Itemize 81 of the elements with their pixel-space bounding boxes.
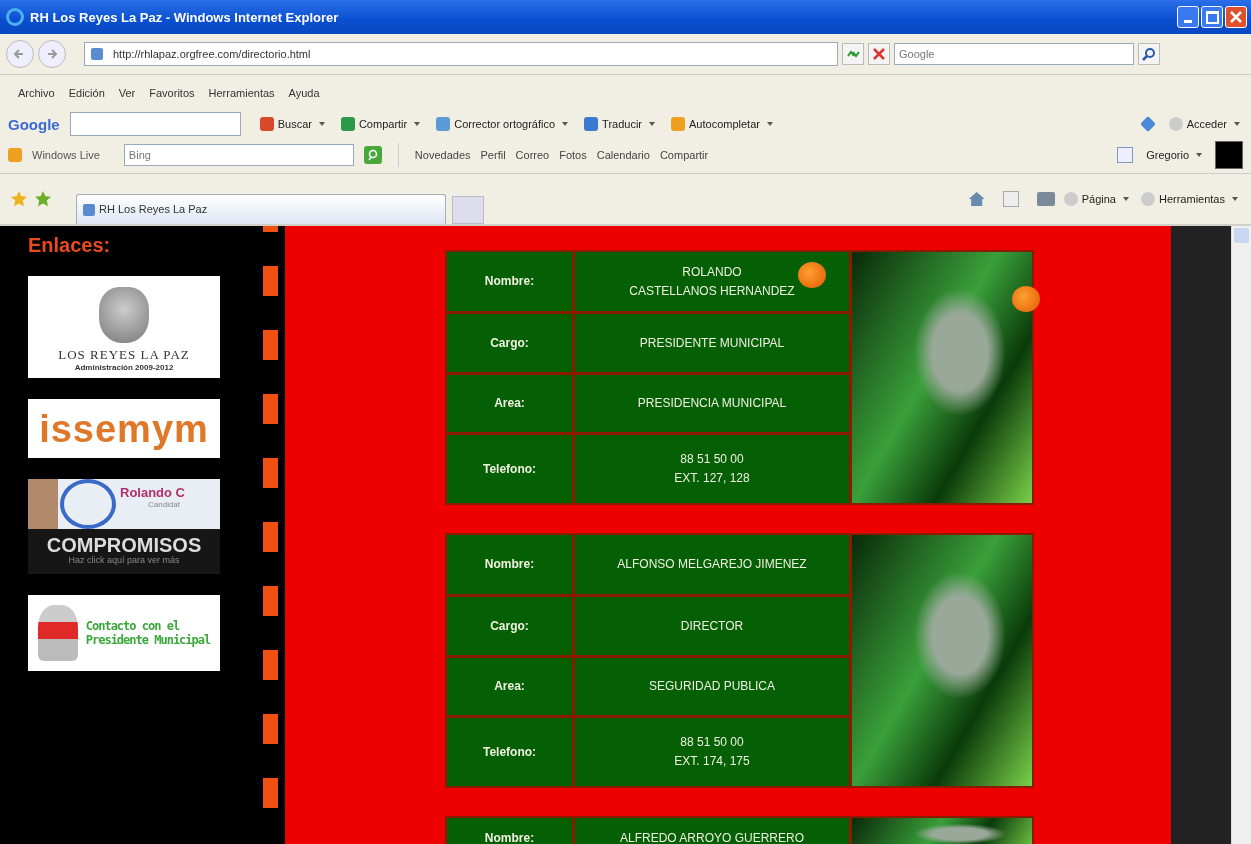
- field-value: ALFONSO MELGAREJO JIMENEZ: [575, 535, 849, 594]
- field-value: PRESIDENCIA MUNICIPAL: [575, 375, 849, 432]
- browser-logo-icon: [6, 8, 24, 26]
- field-value: 88 51 50 00 EXT. 174, 175: [575, 718, 849, 786]
- star-icon[interactable]: [10, 190, 28, 208]
- address-field[interactable]: http://rhlapaz.orgfree.com/directorio.html: [84, 42, 838, 66]
- field-label: Nombre:: [447, 818, 572, 844]
- star-icon[interactable]: [34, 190, 52, 208]
- stop-button[interactable]: [868, 43, 890, 65]
- close-button[interactable]: [1225, 6, 1247, 28]
- caret-icon: [1122, 197, 1129, 201]
- google-logo: Google: [8, 115, 60, 133]
- field-label: Nombre:: [447, 535, 572, 594]
- toolbar-link[interactable]: Calendario: [596, 149, 650, 161]
- menu-item[interactable]: Ver: [118, 87, 136, 99]
- bing-search-field[interactable]: Bing: [123, 144, 354, 166]
- menu-item[interactable]: Ayuda: [288, 87, 320, 99]
- home-icon[interactable]: [968, 192, 985, 206]
- menu-item[interactable]: Favoritos: [149, 87, 195, 99]
- caret-icon: [1196, 153, 1202, 157]
- close-icon: [872, 47, 886, 61]
- caret-icon: [1234, 122, 1240, 126]
- browser-tab[interactable]: RH Los Reyes La Paz: [76, 194, 446, 224]
- minimize-button[interactable]: [1177, 6, 1199, 28]
- caret-icon: [1232, 197, 1238, 201]
- search-button[interactable]: [1138, 43, 1160, 65]
- toolbar-link[interactable]: Compartir: [659, 149, 709, 161]
- toolbar-button[interactable]: Buscar: [256, 115, 328, 133]
- field-label: Telefono:: [447, 718, 572, 786]
- pumpkin-icon: [1012, 286, 1040, 312]
- field-label: Area:: [447, 658, 572, 715]
- caret-icon: [414, 122, 421, 126]
- back-button[interactable]: [6, 40, 34, 68]
- field-value: 88 51 50 00 EXT. 127, 128: [575, 435, 849, 503]
- forward-button[interactable]: [38, 40, 66, 68]
- scrollbar[interactable]: [1231, 226, 1251, 844]
- menu-item[interactable]: Edición: [68, 87, 105, 99]
- field-label: Telefono:: [447, 435, 572, 503]
- field-value: ROLANDO CASTELLANOS HERNANDEZ: [575, 252, 849, 311]
- windows-live-label: Windows Live: [32, 149, 100, 161]
- close-icon: [1229, 10, 1243, 24]
- search-button[interactable]: [363, 146, 382, 164]
- field-label: Nombre:: [447, 252, 572, 311]
- checkbox-icon[interactable]: [1117, 147, 1134, 163]
- link-banner[interactable]: Rolando C Candidat COMPROMISOS Haz click aquí para ver más: [28, 479, 220, 574]
- field-value: DIRECTOR: [575, 597, 849, 655]
- toolbar-button[interactable]: Traducir: [581, 115, 659, 133]
- user-menu-button[interactable]: Gregorio: [1143, 147, 1205, 163]
- color-swatch-icon[interactable]: [1215, 141, 1243, 169]
- caret-icon: [766, 122, 773, 126]
- field-value: ALFREDO ARROYO GUERRERO: [575, 818, 849, 844]
- toolbar-link[interactable]: Fotos: [559, 149, 587, 161]
- caret-icon: [318, 122, 325, 126]
- windows-live-icon: [8, 148, 22, 162]
- refresh-button[interactable]: [842, 43, 864, 65]
- menu-item[interactable]: Archivo: [18, 87, 55, 99]
- toolbar-link[interactable]: Correo: [515, 149, 550, 161]
- field-label: Cargo:: [447, 314, 572, 372]
- command-button[interactable]: Página: [1060, 190, 1132, 208]
- search-field[interactable]: Google: [894, 43, 1134, 65]
- toolbar-link[interactable]: Perfil: [480, 149, 506, 161]
- caret-icon: [562, 122, 569, 126]
- page-icon: [91, 48, 103, 60]
- window-title: RH Los Reyes La Paz - Windows Internet Explorer: [30, 9, 340, 25]
- menu-item[interactable]: Herramientas: [208, 87, 275, 99]
- command-button[interactable]: Herramientas: [1137, 190, 1241, 208]
- field-value: SEGURIDAD PUBLICA: [575, 658, 849, 715]
- link-banner[interactable]: LOS REYES LA PAZ Administración 2009-2012: [28, 276, 220, 378]
- maximize-button[interactable]: [1201, 6, 1223, 28]
- toolbar-link[interactable]: Novedades: [414, 149, 471, 161]
- sign-in-button[interactable]: Acceder: [1165, 115, 1243, 133]
- field-label: Area:: [447, 375, 572, 432]
- field-label: Cargo:: [447, 597, 572, 655]
- google-search-field[interactable]: [69, 112, 241, 136]
- toolbar-button[interactable]: Compartir: [337, 115, 424, 133]
- search-icon: [1142, 47, 1156, 61]
- links-heading: Enlaces:: [28, 234, 112, 257]
- field-value: PRESIDENTE MUNICIPAL: [575, 314, 849, 372]
- caret-icon: [649, 122, 656, 126]
- toolbar-button[interactable]: Autocompletar: [668, 115, 776, 133]
- toolbar-button[interactable]: Corrector ortográfico: [433, 115, 572, 133]
